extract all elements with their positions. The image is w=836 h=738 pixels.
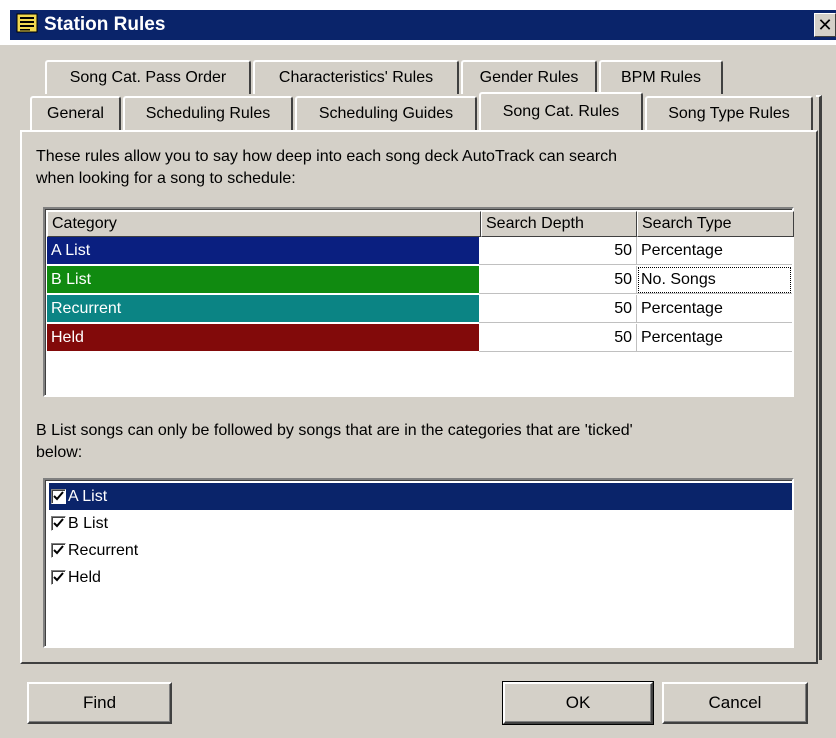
follow-text: B List songs can only be followed by son… bbox=[36, 420, 633, 464]
check-icon bbox=[53, 572, 64, 582]
ok-button[interactable]: OK bbox=[502, 681, 654, 725]
search-type-cell[interactable]: Percentage bbox=[637, 324, 792, 352]
search-type-cell[interactable]: Percentage bbox=[637, 237, 792, 265]
tab-label: Song Cat. Rules bbox=[502, 103, 620, 120]
tab-characteristics-rules[interactable]: Characteristics' Rules bbox=[253, 60, 459, 94]
search-type-cell[interactable]: No. Songs bbox=[637, 266, 792, 294]
tab-gender-rules[interactable]: Gender Rules bbox=[461, 60, 597, 94]
list-item[interactable]: Held bbox=[49, 564, 792, 591]
search-depth-cell[interactable]: 50 bbox=[479, 295, 637, 323]
column-header-category[interactable]: Category bbox=[47, 211, 481, 237]
table-row[interactable]: A List 50 Percentage bbox=[47, 237, 792, 266]
search-depth-cell[interactable]: 50 bbox=[479, 237, 637, 265]
tab-bpm-rules[interactable]: BPM Rules bbox=[599, 60, 723, 94]
column-header-search-depth[interactable]: Search Depth bbox=[481, 211, 637, 237]
follow-text-line: B List songs can only be followed by son… bbox=[36, 422, 633, 439]
list-item-label: Held bbox=[68, 568, 101, 586]
tab-song-cat-pass-order[interactable]: Song Cat. Pass Order bbox=[45, 60, 251, 94]
table-row[interactable]: Held 50 Percentage bbox=[47, 324, 792, 353]
tab-label: Song Type Rules bbox=[668, 105, 790, 122]
cancel-button[interactable]: Cancel bbox=[662, 682, 808, 724]
tab-general[interactable]: General bbox=[30, 96, 121, 130]
follow-categories-list[interactable]: A List B List Recurrent Held bbox=[43, 478, 794, 648]
description-text: These rules allow you to say how deep in… bbox=[36, 146, 617, 190]
tab-label: Song Cat. Pass Order bbox=[69, 69, 227, 86]
tab-label: General bbox=[47, 105, 104, 122]
tab-label: Scheduling Guides bbox=[318, 105, 454, 122]
check-icon bbox=[53, 491, 64, 501]
app-icon bbox=[10, 13, 44, 38]
tab-song-cat-rules[interactable]: Song Cat. Rules bbox=[479, 92, 643, 130]
tab-scheduling-rules[interactable]: Scheduling Rules bbox=[123, 96, 293, 130]
list-item[interactable]: Recurrent bbox=[49, 537, 792, 564]
ok-button-label: OK bbox=[565, 693, 591, 712]
cancel-button-label: Cancel bbox=[708, 693, 762, 712]
find-button[interactable]: Find bbox=[27, 682, 172, 724]
search-depth-cell[interactable]: 50 bbox=[479, 266, 637, 294]
title-bar-frame: Station Rules ✕ bbox=[0, 0, 836, 45]
category-cell[interactable]: B List bbox=[47, 266, 479, 294]
table-row[interactable]: B List 50 No. Songs bbox=[47, 266, 792, 295]
category-cell[interactable]: Recurrent bbox=[47, 295, 479, 323]
grid-header: Category Search Depth Search Type bbox=[47, 211, 794, 237]
check-icon bbox=[53, 545, 64, 555]
column-header-search-type[interactable]: Search Type bbox=[637, 211, 794, 237]
close-icon: ✕ bbox=[817, 14, 833, 35]
find-button-label: Find bbox=[82, 693, 117, 712]
check-icon bbox=[53, 518, 64, 528]
list-item-label: A List bbox=[68, 487, 108, 505]
checkbox[interactable] bbox=[51, 543, 66, 558]
category-cell[interactable]: A List bbox=[47, 237, 479, 265]
search-depth-cell[interactable]: 50 bbox=[479, 324, 637, 352]
tab-label: Characteristics' Rules bbox=[278, 69, 434, 86]
search-depth-grid[interactable]: Category Search Depth Search Type A List… bbox=[43, 207, 794, 397]
list-item[interactable]: A List bbox=[49, 483, 792, 510]
follow-text-line: below: bbox=[36, 444, 83, 461]
title-bar[interactable]: Station Rules ✕ bbox=[10, 10, 836, 40]
category-cell[interactable]: Held bbox=[47, 324, 479, 352]
station-rules-dialog: Station Rules ✕ Song Cat. Pass Order Cha… bbox=[0, 0, 836, 738]
tab-label: Gender Rules bbox=[479, 69, 579, 86]
description-line: These rules allow you to say how deep in… bbox=[36, 148, 618, 165]
checkbox[interactable] bbox=[51, 489, 66, 504]
list-item-label: B List bbox=[68, 514, 109, 532]
window-title: Station Rules bbox=[44, 14, 166, 35]
tab-song-type-rules[interactable]: Song Type Rules bbox=[645, 96, 813, 130]
checkbox[interactable] bbox=[51, 570, 66, 585]
description-line: when looking for a song to schedule: bbox=[36, 170, 296, 187]
checkbox[interactable] bbox=[51, 516, 66, 531]
list-item-label: Recurrent bbox=[68, 541, 139, 559]
list-item[interactable]: B List bbox=[49, 510, 792, 537]
close-button[interactable]: ✕ bbox=[814, 13, 836, 37]
tab-label: Scheduling Rules bbox=[145, 105, 271, 122]
tab-scheduling-guides[interactable]: Scheduling Guides bbox=[295, 96, 477, 130]
tab-label: BPM Rules bbox=[620, 69, 702, 86]
table-row[interactable]: Recurrent 50 Percentage bbox=[47, 295, 792, 324]
search-type-cell[interactable]: Percentage bbox=[637, 295, 792, 323]
